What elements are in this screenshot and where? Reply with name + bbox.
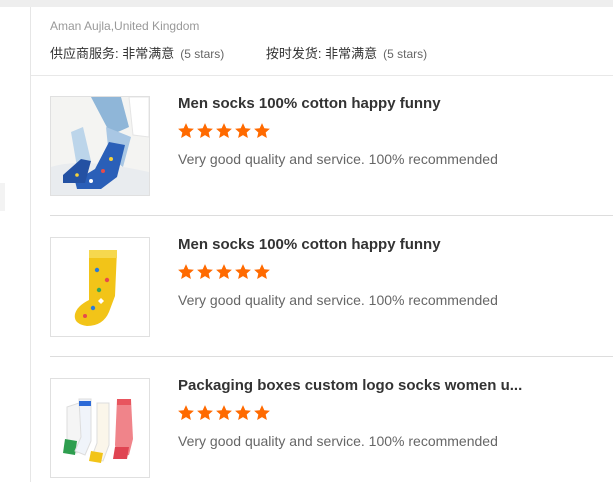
star-icon xyxy=(235,123,251,138)
star-icon xyxy=(178,123,194,138)
rating-label: 按时发货: 非常满意 xyxy=(265,46,378,61)
rating-stars-note: (5 stars) xyxy=(180,47,225,61)
left-scroll-nub xyxy=(0,183,5,211)
product-rating-stars xyxy=(177,122,272,142)
star-icon xyxy=(235,264,251,279)
header-divider xyxy=(31,75,613,76)
left-gutter xyxy=(0,7,30,482)
star-icon xyxy=(197,405,213,420)
star-icon xyxy=(197,264,213,279)
review-comment: Very good quality and service. 100% reco… xyxy=(178,433,498,449)
reviewer-name: Aman Aujla,United Kingdom xyxy=(50,19,200,33)
star-icon xyxy=(216,405,232,420)
product-image-socks-on-model[interactable] xyxy=(50,96,150,196)
product-rating-stars xyxy=(177,263,272,283)
rating-stars-note: (5 stars) xyxy=(383,47,428,61)
star-icon xyxy=(216,123,232,138)
top-bar xyxy=(0,0,613,7)
rating-on-time-delivery: 按时发货: 非常满意 (5 stars) xyxy=(266,43,427,62)
product-image-yellow-sock[interactable] xyxy=(50,237,150,337)
rating-label: 供应商服务: 非常满意 xyxy=(50,46,175,61)
star-icon xyxy=(216,264,232,279)
product-title[interactable]: Men socks 100% cotton happy funny xyxy=(178,236,441,253)
item-divider xyxy=(50,356,613,357)
star-icon xyxy=(178,405,194,420)
star-icon xyxy=(254,123,270,138)
product-title[interactable]: Packaging boxes custom logo socks women … xyxy=(178,377,522,394)
review-comment: Very good quality and service. 100% reco… xyxy=(178,292,498,308)
product-title[interactable]: Men socks 100% cotton happy funny xyxy=(178,95,441,112)
product-review-item: Packaging boxes custom logo socks women … xyxy=(50,377,613,478)
star-icon xyxy=(254,405,270,420)
star-icon xyxy=(235,405,251,420)
star-icon xyxy=(178,264,194,279)
product-image-socks-set[interactable] xyxy=(50,378,150,478)
rating-supplier-service: 供应商服务: 非常满意 (5 stars) xyxy=(50,43,224,62)
review-comment: Very good quality and service. 100% reco… xyxy=(178,151,498,167)
star-icon xyxy=(254,264,270,279)
supplier-ratings: 供应商服务: 非常满意 (5 stars) 按时发货: 非常满意 (5 stars) xyxy=(50,43,427,62)
star-icon xyxy=(197,123,213,138)
item-divider xyxy=(50,215,613,216)
product-rating-stars xyxy=(177,404,272,424)
left-border xyxy=(30,7,31,482)
product-review-item: Men socks 100% cotton happy funny Very g… xyxy=(50,95,613,196)
product-review-item: Men socks 100% cotton happy funny Very g… xyxy=(50,236,613,337)
